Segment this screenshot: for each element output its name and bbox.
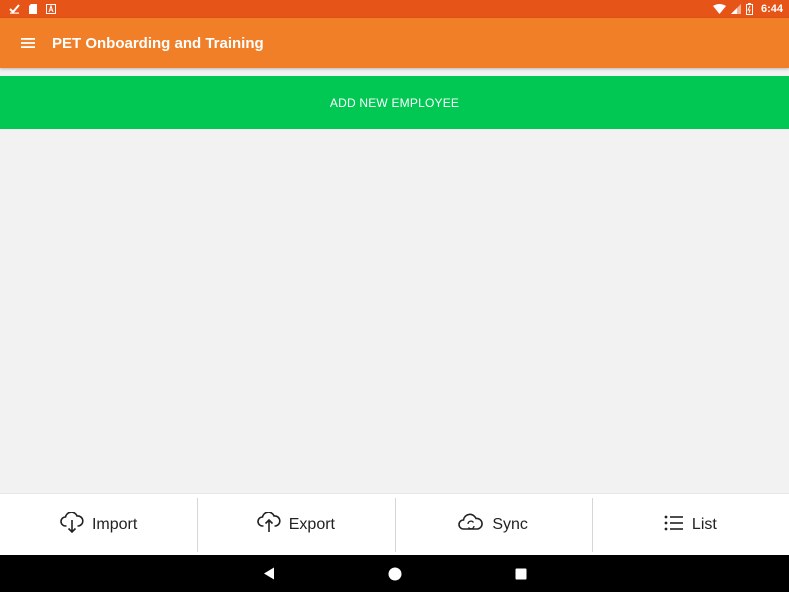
bottom-action-bar: Import Export Sync List — [0, 493, 789, 556]
cloud-download-icon — [60, 510, 84, 539]
import-button[interactable]: Import — [0, 494, 197, 556]
sd-card-icon — [29, 4, 37, 14]
import-label: Import — [91, 516, 138, 533]
hamburger-menu-icon[interactable] — [0, 18, 56, 68]
list-icon — [664, 514, 684, 537]
a-icon — [46, 4, 56, 14]
back-icon[interactable] — [259, 564, 279, 584]
status-bar: 6:44 — [0, 0, 789, 18]
home-icon[interactable] — [385, 564, 405, 584]
page-title: PET Onboarding and Training — [52, 34, 264, 52]
recents-icon[interactable] — [511, 564, 531, 584]
app-toolbar: PET Onboarding and Training — [0, 18, 789, 68]
list-label: List — [691, 516, 717, 533]
sync-label: Sync — [492, 516, 528, 533]
status-time: 6:44 — [760, 3, 783, 15]
add-new-employee-button[interactable]: ADD NEW EMPLOYEE — [0, 76, 789, 129]
wifi-icon — [712, 4, 726, 14]
cloud-sync-icon — [458, 513, 484, 538]
employee-list-area — [0, 129, 789, 492]
system-nav-bar — [0, 555, 789, 592]
list-button[interactable]: List — [591, 494, 789, 556]
status-right-icons: 6:44 — [712, 3, 783, 15]
signal-icon — [730, 4, 741, 14]
export-label: Export — [288, 516, 335, 533]
app-screen: 6:44 PET Onboarding and Training ADD NEW… — [0, 0, 789, 592]
export-button[interactable]: Export — [197, 494, 394, 556]
sync-button[interactable]: Sync — [394, 494, 592, 556]
battery-icon — [745, 3, 753, 15]
cloud-upload-icon — [256, 510, 281, 539]
check-icon — [9, 4, 20, 14]
status-left-icons — [9, 4, 56, 14]
